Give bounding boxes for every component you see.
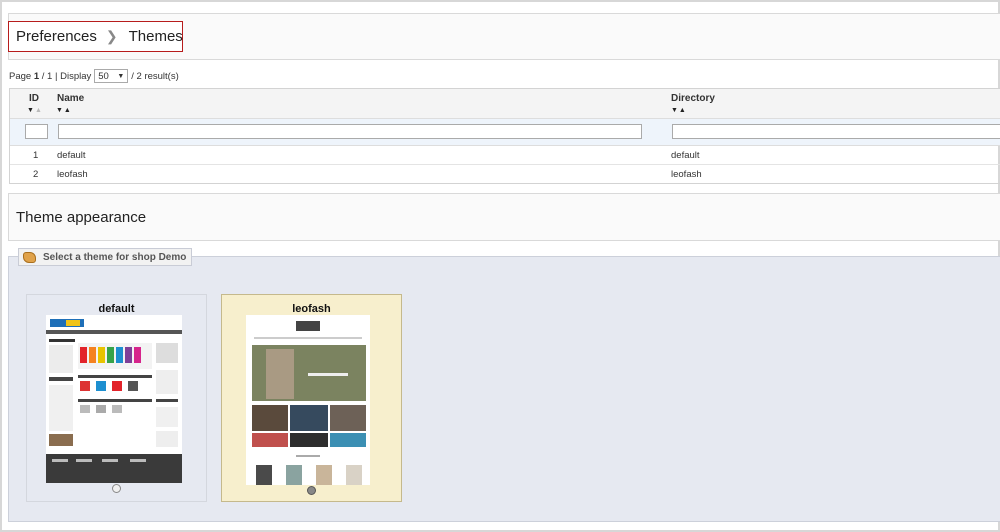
theme-radio-leofash[interactable] xyxy=(307,486,316,495)
column-header-id: ID xyxy=(29,93,39,104)
filter-id-input[interactable] xyxy=(25,124,48,139)
page-label: Page xyxy=(9,70,32,82)
appearance-panel xyxy=(8,193,1000,241)
theme-card-leofash[interactable]: leofash xyxy=(221,294,402,502)
page-separator: / xyxy=(41,70,45,82)
cell-id: 2 xyxy=(33,169,39,180)
cell-directory: leofash xyxy=(671,169,702,180)
table-header-row: ID ▼▲ Name ▼▲ Directory ▼▲ xyxy=(10,89,1000,119)
display-label: | Display xyxy=(54,70,92,82)
themes-table: ID ▼▲ Name ▼▲ Directory ▼▲ 1 default def… xyxy=(9,88,1000,184)
page-current: 1 xyxy=(33,70,40,82)
sort-desc-asc-icon[interactable]: ▼▲ xyxy=(56,107,72,114)
theme-name: default xyxy=(98,303,135,315)
theme-preview-image xyxy=(46,315,182,483)
breadcrumb-current: Themes xyxy=(128,28,183,45)
breadcrumb-parent[interactable]: Preferences xyxy=(16,28,97,45)
theme-card-default[interactable]: default xyxy=(26,294,207,502)
table-row[interactable]: 1 default default xyxy=(10,146,1000,165)
cell-name: leofash xyxy=(57,169,88,180)
cell-name: default xyxy=(57,150,86,161)
theme-radio-default[interactable] xyxy=(112,484,121,493)
breadcrumb: Preferences ❯ Themes xyxy=(8,21,183,52)
filter-row xyxy=(10,119,1000,146)
column-header-directory: Directory xyxy=(671,93,715,104)
theme-palette-icon xyxy=(23,251,36,263)
dropdown-arrow-icon: ▼ xyxy=(117,72,125,80)
sort-desc-asc-icon[interactable]: ▼▲ xyxy=(671,107,687,114)
sort-desc-asc-icon[interactable]: ▼▲ xyxy=(27,107,43,114)
pagination-bar: Page 1 / 1 | Display 50 ▼ / 2 result(s) xyxy=(9,68,179,84)
cell-id: 1 xyxy=(33,150,39,161)
cell-directory: default xyxy=(671,150,700,161)
column-header-name: Name xyxy=(57,93,85,104)
filter-name-input[interactable] xyxy=(58,124,642,139)
filter-directory-input[interactable] xyxy=(672,124,1000,139)
theme-name: leofash xyxy=(292,303,331,315)
chevron-right-icon: ❯ xyxy=(105,28,118,44)
table-row[interactable]: 2 leofash leofash xyxy=(10,165,1000,184)
display-count-value: 50 xyxy=(98,70,109,82)
display-count-select[interactable]: 50 ▼ xyxy=(94,69,129,83)
theme-preview-image xyxy=(246,315,370,485)
theme-selector-legend: Select a theme for shop Demo xyxy=(18,248,193,266)
results-count: / 2 result(s) xyxy=(131,70,179,82)
section-title: Theme appearance xyxy=(16,209,147,226)
legend-label: Select a theme for shop Demo xyxy=(43,251,187,263)
page-total: 1 xyxy=(47,70,53,82)
